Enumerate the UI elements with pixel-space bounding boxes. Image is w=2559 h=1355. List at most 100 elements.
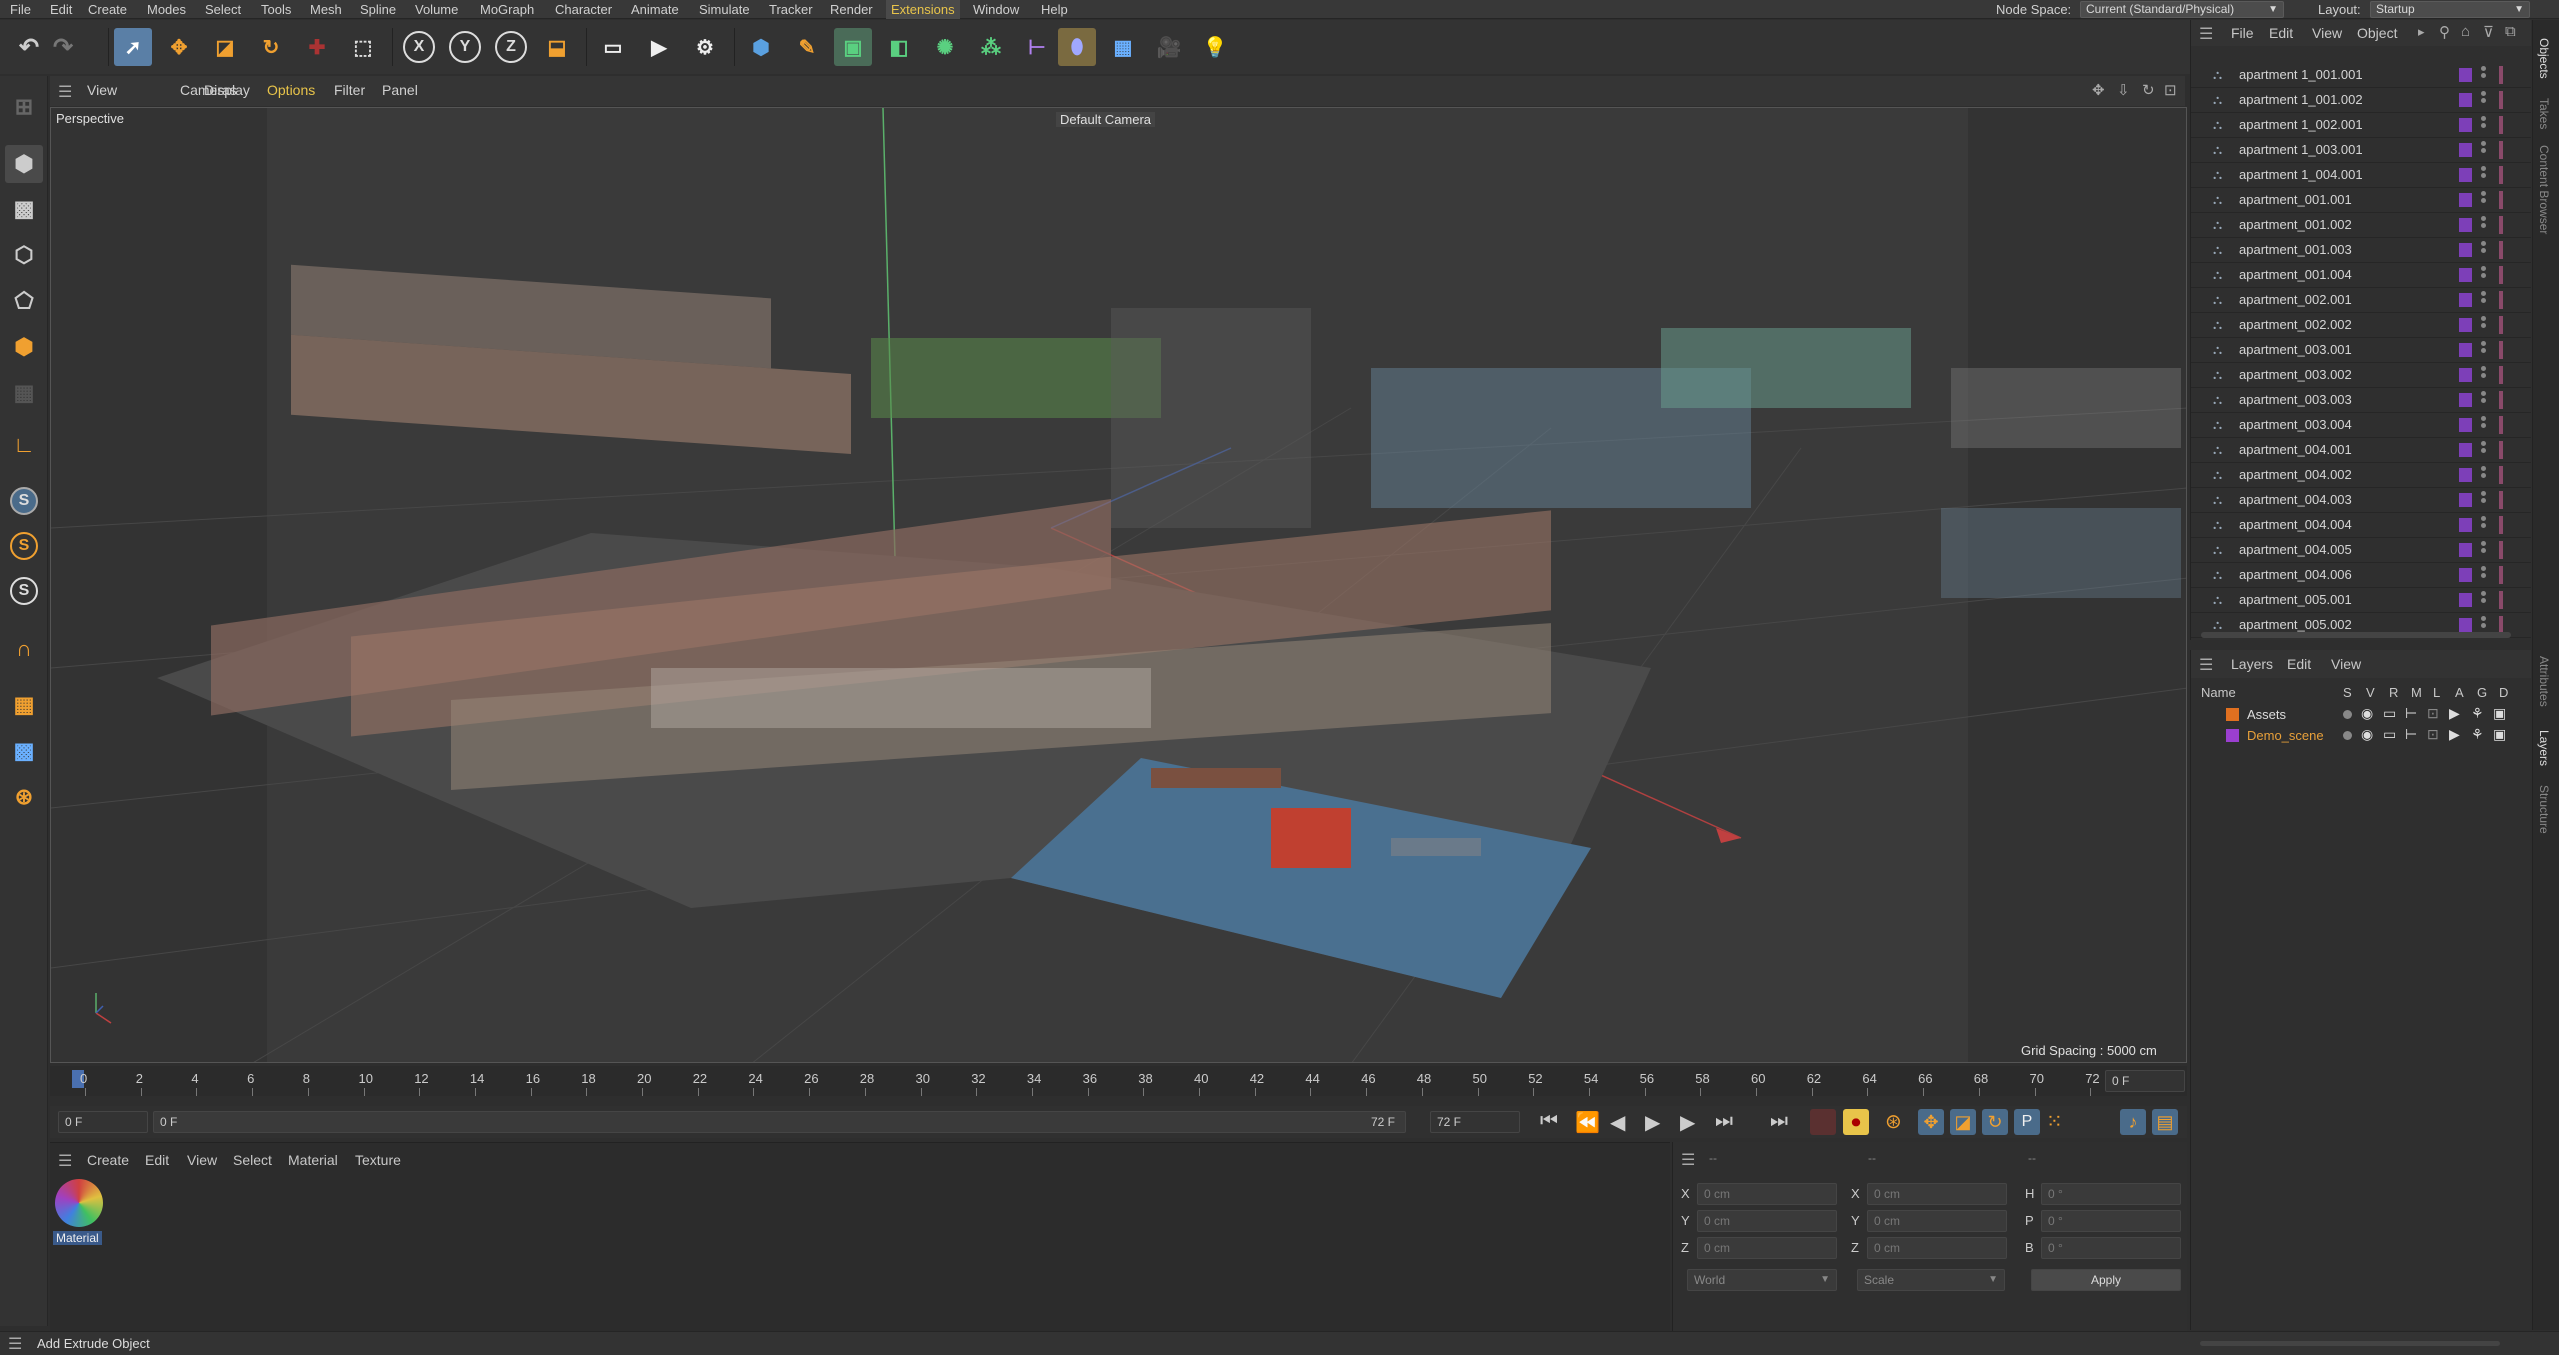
uv-mode-button[interactable]: ▦: [5, 374, 43, 412]
object-row[interactable]: ⛬ apartment_002.001: [2191, 288, 2531, 313]
extrude-button[interactable]: ◧: [880, 28, 918, 66]
coordinate-field[interactable]: 0 cm: [1697, 1237, 1837, 1259]
object-row[interactable]: ⛬ apartment_003.004: [2191, 413, 2531, 438]
visibility-dots[interactable]: [2481, 191, 2487, 209]
layer-color-tag[interactable]: [2459, 618, 2472, 632]
layer-color-tag[interactable]: [2459, 343, 2472, 357]
workplane-snap-button[interactable]: S: [5, 572, 43, 610]
move-view-icon[interactable]: ✥: [2092, 81, 2105, 99]
layer-color-tag[interactable]: [2459, 543, 2472, 557]
node-space-dropdown[interactable]: Current (Standard/Physical) ▼: [2080, 1, 2284, 18]
layer-color-tag[interactable]: [2459, 243, 2472, 257]
bend-deformer-button[interactable]: ⊢: [1018, 28, 1056, 66]
object-row[interactable]: ⛬ apartment_003.002: [2191, 363, 2531, 388]
next-frame-icon[interactable]: ▶: [1680, 1110, 1695, 1135]
object-menu-file[interactable]: File: [2231, 25, 2254, 41]
viewport-menu-view[interactable]: View: [87, 82, 117, 98]
camera-button[interactable]: 🎥: [1150, 28, 1188, 66]
visibility-dots[interactable]: [2481, 391, 2487, 409]
menu-help[interactable]: Help: [1041, 0, 1068, 19]
visibility-dots[interactable]: [2481, 416, 2487, 434]
menu-render[interactable]: Render: [830, 0, 873, 19]
x-axis-lock-button[interactable]: X: [400, 28, 438, 66]
object-row[interactable]: ⛬ apartment_003.001: [2191, 338, 2531, 363]
layer-color-tag[interactable]: [2459, 443, 2472, 457]
tab-content-browser[interactable]: Content Browser: [2537, 145, 2551, 234]
layer-color-tag[interactable]: [2459, 518, 2472, 532]
object-row[interactable]: ⛬ apartment_004.002: [2191, 463, 2531, 488]
visibility-dots[interactable]: [2481, 316, 2487, 334]
visibility-dots[interactable]: [2481, 266, 2487, 284]
hamburger-icon[interactable]: ☰: [1681, 1150, 1695, 1170]
coordinate-field[interactable]: 0 cm: [1697, 1183, 1837, 1205]
material-swatch[interactable]: Material: [53, 1177, 105, 1249]
coordinate-mode-dropdown[interactable]: World ▼: [1687, 1269, 1837, 1291]
current-frame-field[interactable]: 0 F: [2105, 1070, 2185, 1092]
layer-color-tag[interactable]: [2459, 68, 2472, 82]
previous-key-icon[interactable]: ⏪: [1575, 1110, 1600, 1135]
coordinate-field[interactable]: 0 °: [2041, 1210, 2181, 1232]
object-row[interactable]: ⛬ apartment_004.006: [2191, 563, 2531, 588]
object-menu-object[interactable]: Object: [2357, 25, 2397, 41]
point-level-icon[interactable]: ⁙: [2046, 1109, 2063, 1134]
maximize-view-icon[interactable]: ⊡: [2164, 81, 2177, 99]
hamburger-icon[interactable]: ☰: [8, 1334, 22, 1354]
redo-button[interactable]: ↷: [44, 28, 82, 66]
hamburger-icon[interactable]: ☰: [2199, 24, 2213, 44]
visibility-dots[interactable]: [2481, 516, 2487, 534]
rotation-key-icon[interactable]: ↻: [1982, 1109, 2008, 1135]
scale-mode-dropdown[interactable]: Scale ▼: [1857, 1269, 2005, 1291]
object-row[interactable]: ⛬ apartment_002.002: [2191, 313, 2531, 338]
eye-icon[interactable]: ◉: [2361, 705, 2373, 722]
visibility-dots[interactable]: [2481, 566, 2487, 584]
menu-simulate[interactable]: Simulate: [699, 0, 750, 19]
object-menu-view[interactable]: View: [2312, 25, 2342, 41]
magnet-button[interactable]: ∩: [5, 630, 43, 668]
subdivision-surface-button[interactable]: ▣: [834, 28, 872, 66]
frame-range-slider[interactable]: 0 F 72 F: [153, 1111, 1406, 1133]
coordinate-field[interactable]: 0 cm: [1867, 1183, 2007, 1205]
cube-object-button[interactable]: ⬢: [742, 28, 780, 66]
solo-toggle[interactable]: [2343, 731, 2352, 740]
viewport-menu-panel[interactable]: Panel: [382, 82, 418, 98]
object-row[interactable]: ⛬ apartment_004.004: [2191, 513, 2531, 538]
layer-color-tag[interactable]: [2459, 168, 2472, 182]
object-row[interactable]: ⛬ apartment_001.002: [2191, 213, 2531, 238]
layer-color-tag[interactable]: [2459, 418, 2472, 432]
generators-icon[interactable]: ⚘: [2471, 705, 2484, 722]
coordinate-field[interactable]: 0 cm: [1867, 1210, 2007, 1232]
edges-mode-button[interactable]: ⬠: [5, 282, 43, 320]
menu-animate[interactable]: Animate: [631, 0, 679, 19]
visibility-dots[interactable]: [2481, 341, 2487, 359]
menu-character[interactable]: Character: [555, 0, 612, 19]
coordinate-field[interactable]: 0 °: [2041, 1237, 2181, 1259]
generators-icon[interactable]: ⚘: [2471, 726, 2484, 743]
recent-tool-button[interactable]: ✚: [298, 28, 336, 66]
menu-select[interactable]: Select: [205, 0, 241, 19]
layer-row[interactable]: Assets ◉ ▭ ⊢ ⊡ ▶ ⚘ ▣: [2191, 705, 2531, 725]
snap-button[interactable]: S: [5, 482, 43, 520]
snap-settings-button[interactable]: S: [5, 527, 43, 565]
layer-color-tag[interactable]: [2459, 593, 2472, 607]
object-row[interactable]: ⛬ apartment 1_003.001: [2191, 138, 2531, 163]
planar-workplane-button[interactable]: ⊛: [5, 778, 43, 816]
object-row[interactable]: ⛬ apartment_003.003: [2191, 388, 2531, 413]
points-mode-button[interactable]: ⬡: [5, 236, 43, 274]
home-icon[interactable]: ⌂: [2461, 23, 2470, 40]
menu-volume[interactable]: Volume: [415, 0, 458, 19]
floor-button[interactable]: ▦: [1104, 28, 1142, 66]
undo-button[interactable]: ↶: [10, 28, 48, 66]
search-icon[interactable]: ⚲: [2439, 23, 2450, 41]
layer-color-tag[interactable]: [2459, 368, 2472, 382]
visibility-dots[interactable]: [2481, 91, 2487, 109]
end-frame-field[interactable]: 72 F: [1430, 1111, 1520, 1133]
next-key-icon[interactable]: ⏭: [1715, 1110, 1733, 1133]
layout-dropdown[interactable]: Startup ▼: [2370, 1, 2530, 18]
eye-icon[interactable]: ◉: [2361, 726, 2373, 743]
pen-spline-button[interactable]: ✎: [788, 28, 826, 66]
menu-tools[interactable]: Tools: [261, 0, 291, 19]
layer-color-tag[interactable]: [2459, 218, 2472, 232]
position-key-icon[interactable]: ✥: [1918, 1109, 1944, 1135]
layer-menu-view[interactable]: View: [2331, 656, 2361, 672]
object-menu-edit[interactable]: Edit: [2269, 25, 2293, 41]
